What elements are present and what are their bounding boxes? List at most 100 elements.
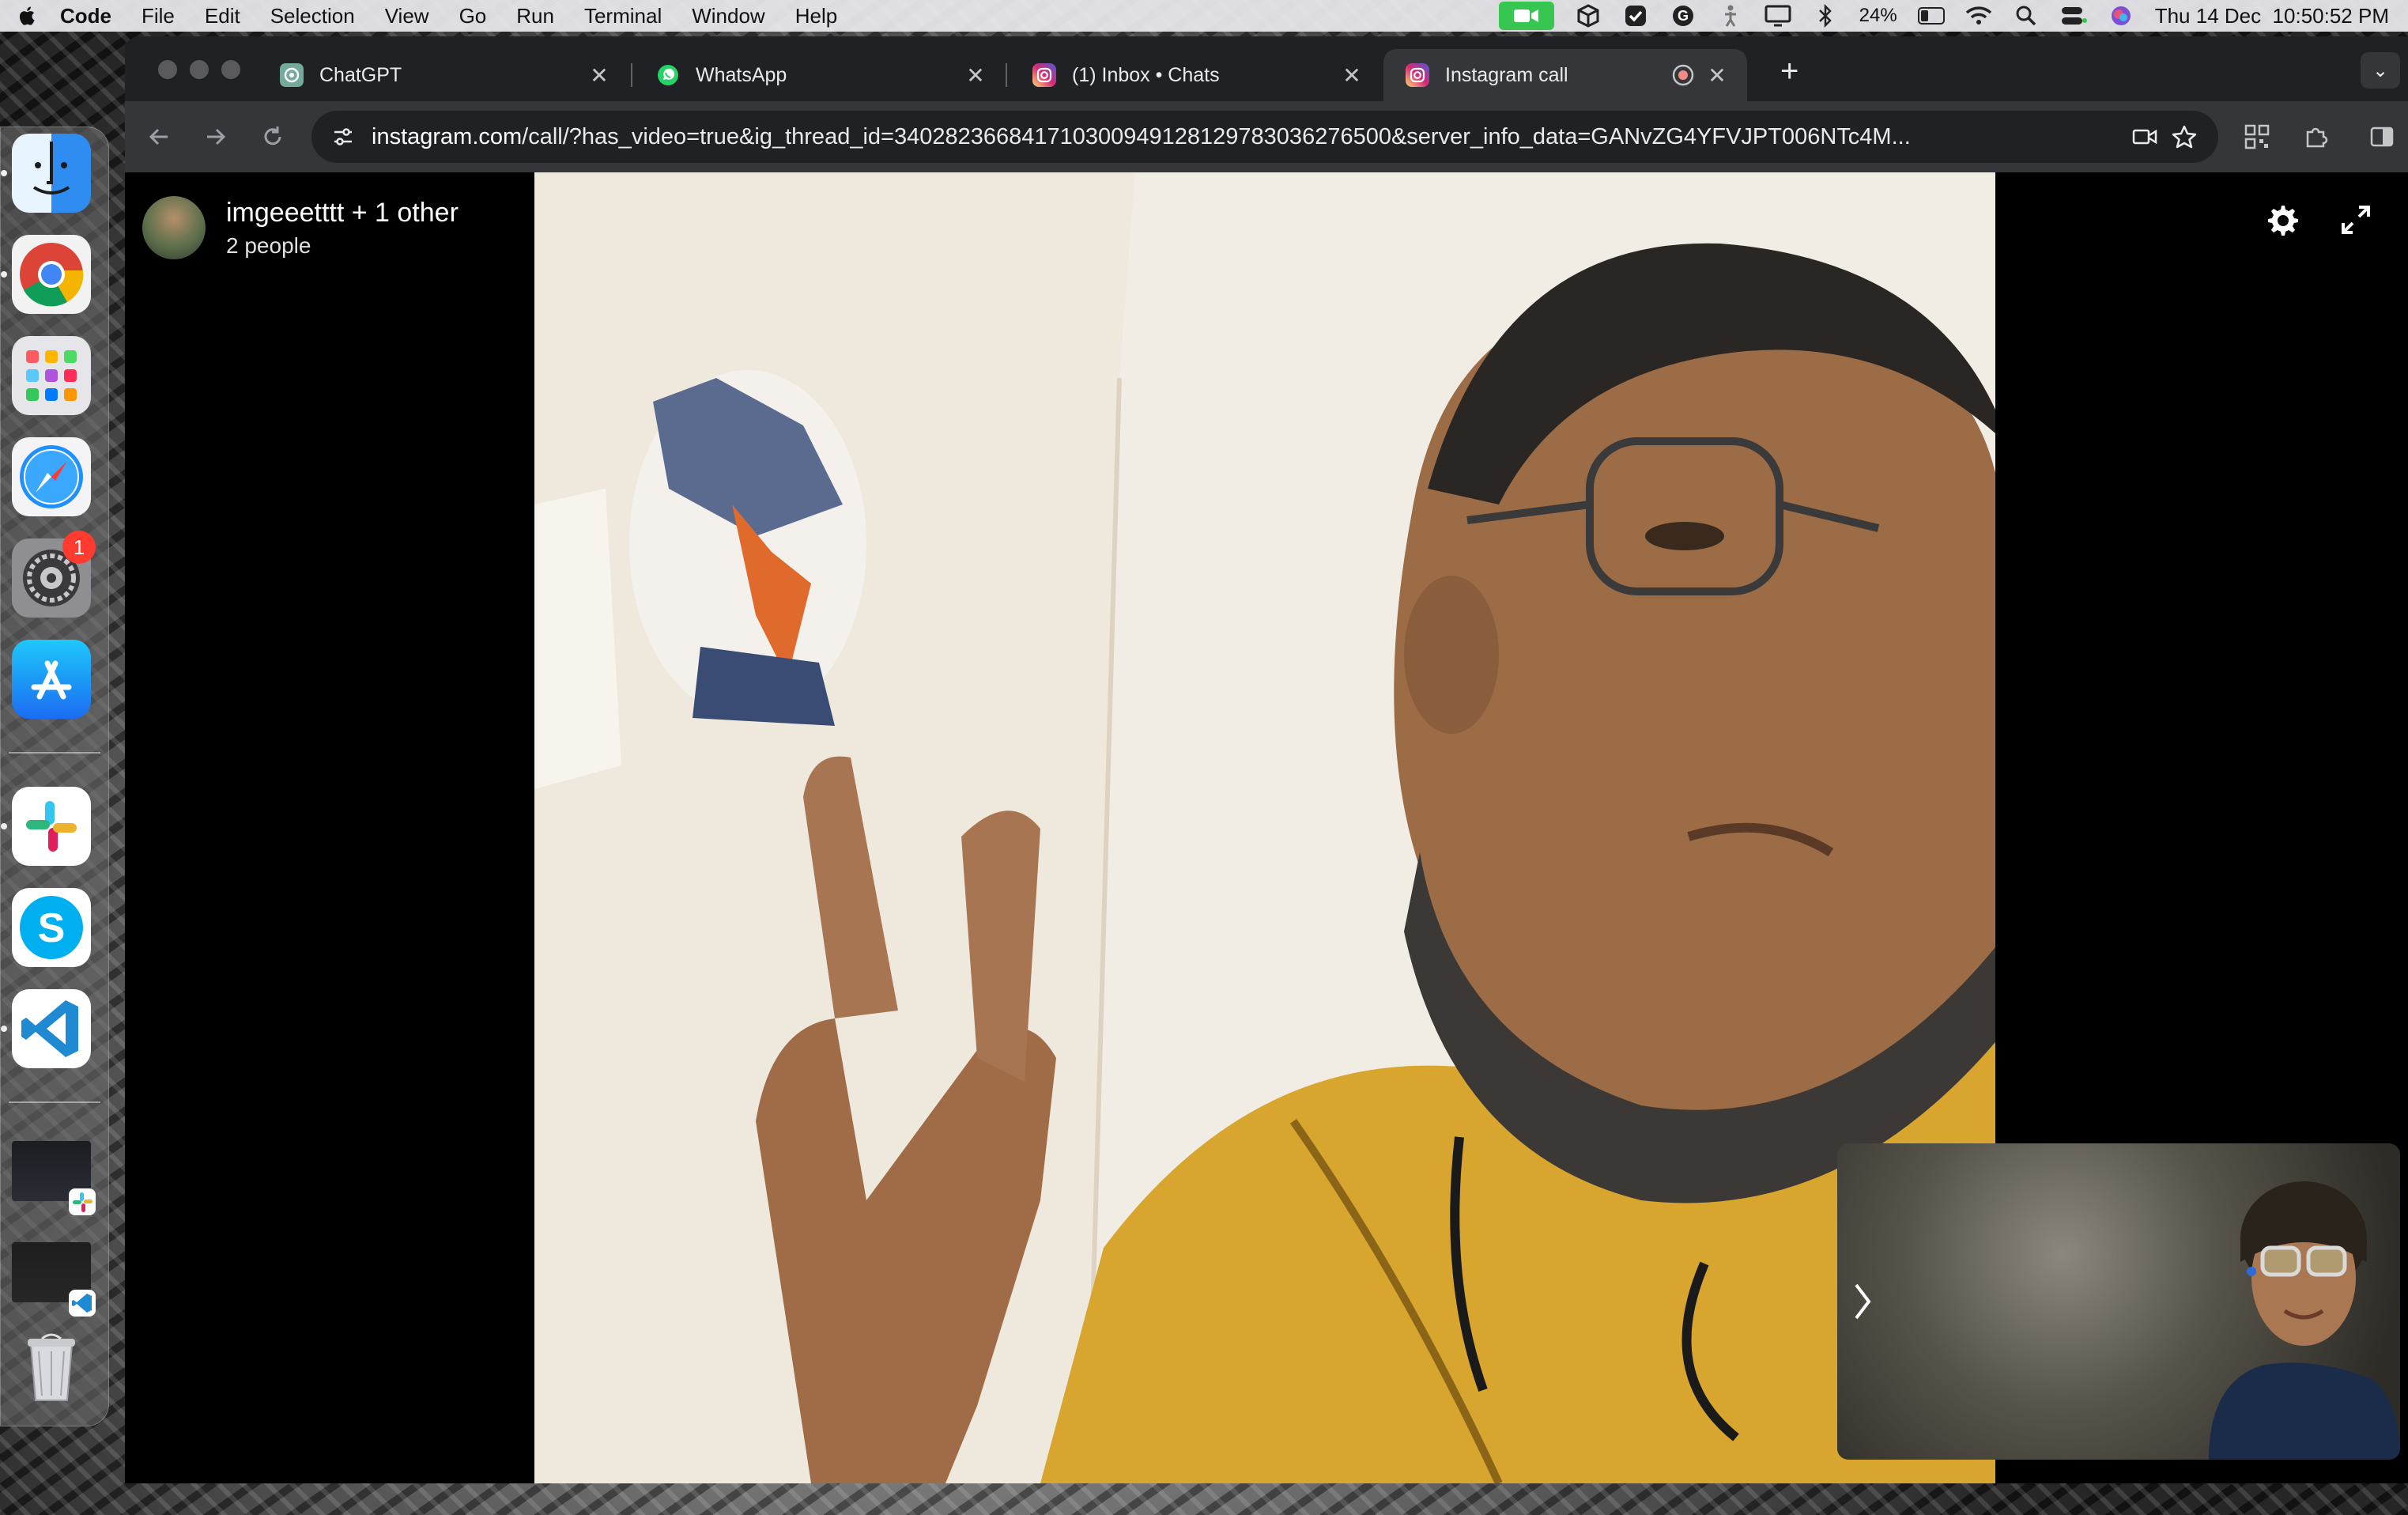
browser-window: ChatGPT ✕ WhatsApp ✕ (1) Inbox • Chats ✕… [125, 36, 2408, 1483]
svg-text:S: S [38, 905, 66, 951]
menu-go[interactable]: Go [459, 4, 487, 28]
tab-close-icon[interactable]: ✕ [1336, 62, 1368, 89]
bluetooth-icon[interactable] [1812, 4, 1839, 28]
battery-percentage: 24% [1859, 5, 1897, 26]
recording-indicator-icon [1672, 64, 1694, 86]
self-video-preview[interactable] [1837, 1143, 2400, 1460]
menu-terminal[interactable]: Terminal [584, 4, 662, 28]
menu-edit[interactable]: Edit [205, 4, 240, 28]
new-tab-button[interactable]: + [1780, 54, 1798, 89]
finder-icon[interactable] [12, 134, 91, 213]
display-icon[interactable] [1764, 5, 1791, 27]
tab-title: ChatGPT [319, 63, 402, 86]
side-panel-icon[interactable] [2362, 117, 2402, 157]
menubar-clock[interactable]: Thu 14 Dec 10:50:52 PM [2155, 4, 2389, 28]
menu-bar: Code File Edit Selection View Go Run Ter… [0, 0, 2408, 32]
tab-whatsapp[interactable]: WhatsApp ✕ [634, 49, 1006, 101]
checkmark-app-icon[interactable] [1622, 5, 1649, 27]
battery-fill [1920, 10, 1928, 21]
chrome-running-dot [1, 271, 7, 278]
tab-chatgpt[interactable]: ChatGPT ✕ [258, 49, 629, 101]
forward-button[interactable] [196, 117, 236, 157]
call-header: imgeeetttt + 1 other 2 people [142, 196, 459, 259]
chrome-icon[interactable] [12, 235, 91, 314]
svg-text:G: G [1678, 8, 1689, 24]
safari-icon[interactable] [12, 437, 91, 516]
cube-app-icon[interactable] [1575, 4, 1602, 28]
qr-code-icon[interactable] [2237, 117, 2277, 157]
wifi-icon[interactable] [1965, 5, 1992, 27]
window-minimize-button[interactable] [190, 60, 209, 79]
tab-separator [631, 63, 632, 87]
remote-video-feed [534, 172, 1995, 1483]
finder-running-dot [1, 170, 7, 176]
vscode-running-dot [1, 1026, 7, 1032]
bookmark-star-icon[interactable] [2165, 117, 2204, 157]
participant-count: 2 people [226, 232, 311, 258]
self-video-frame [2209, 1181, 2400, 1460]
skype-icon[interactable]: S [12, 888, 91, 967]
facetime-camera-icon[interactable] [1498, 2, 1554, 30]
menu-window[interactable]: Window [692, 4, 764, 28]
menu-selection[interactable]: Selection [270, 4, 355, 28]
minimized-window-thumbnail-vscode[interactable] [12, 1242, 96, 1317]
tab-strip: ChatGPT ✕ WhatsApp ✕ (1) Inbox • Chats ✕… [125, 36, 2408, 101]
tab-close-icon[interactable]: ✕ [583, 62, 615, 89]
tab-title: WhatsApp [696, 63, 787, 86]
grammarly-icon[interactable]: G [1670, 5, 1697, 27]
dock-separator [9, 752, 100, 754]
instagram-icon [1032, 63, 1056, 87]
browser-toolbar: instagram.com/call/?has_video=true&ig_th… [125, 101, 2408, 172]
fullscreen-expand-icon[interactable] [2334, 198, 2378, 242]
collapse-self-view-chevron-icon[interactable] [1847, 1276, 1878, 1327]
tab-close-icon[interactable]: ✕ [960, 62, 991, 89]
site-settings-icon[interactable] [327, 121, 359, 153]
tab-search-button[interactable]: ⌄ [2361, 52, 2400, 89]
settings-notification-badge: 1 [62, 531, 96, 564]
slack-icon[interactable] [12, 787, 91, 866]
battery-icon[interactable] [1917, 5, 1945, 27]
menu-run[interactable]: Run [516, 4, 554, 28]
chatgpt-icon [280, 63, 304, 87]
control-center-icon[interactable] [2060, 5, 2087, 27]
instagram-icon [1406, 63, 1429, 87]
dock: 1 S [0, 127, 109, 1426]
accessibility-icon[interactable] [1717, 5, 1744, 27]
tab-close-icon[interactable]: ✕ [1701, 62, 1733, 89]
extensions-puzzle-icon[interactable] [2296, 117, 2335, 157]
tab-title: (1) Inbox • Chats [1072, 63, 1220, 86]
menu-view[interactable]: View [385, 4, 429, 28]
tab-instagram-inbox[interactable]: (1) Inbox • Chats ✕ [1010, 49, 1382, 101]
tab-title: Instagram call [1445, 63, 1568, 86]
whatsapp-icon [658, 65, 678, 85]
trash-icon[interactable] [12, 1328, 91, 1407]
minimized-window-thumbnail-slack[interactable] [12, 1141, 96, 1215]
remote-video-frame [534, 172, 1995, 1483]
address-bar[interactable]: instagram.com/call/?has_video=true&ig_th… [311, 111, 2218, 163]
call-title: imgeeetttt + 1 other [226, 197, 459, 228]
menu-file[interactable]: File [142, 4, 175, 28]
siri-icon[interactable] [2108, 5, 2134, 27]
url-text[interactable]: instagram.com/call/?has_video=true&ig_th… [372, 124, 2125, 150]
menu-app-name[interactable]: Code [60, 4, 111, 28]
system-settings-icon[interactable]: 1 [12, 531, 96, 618]
window-close-button[interactable] [158, 60, 177, 79]
apple-icon[interactable] [16, 4, 40, 28]
menu-help[interactable]: Help [795, 4, 837, 28]
url-path: /call/?has_video=true&ig_thread_id=34028… [522, 123, 1911, 149]
reload-button[interactable] [253, 117, 293, 157]
slack-running-dot [1, 823, 7, 829]
window-zoom-button[interactable] [221, 60, 240, 79]
spotlight-search-icon[interactable] [2013, 5, 2040, 27]
call-settings-gear-icon[interactable] [2259, 198, 2304, 242]
tab-separator [1006, 63, 1007, 87]
caller-avatar[interactable] [142, 196, 206, 259]
back-button[interactable] [139, 117, 179, 157]
launchpad-icon[interactable] [12, 336, 91, 415]
app-store-icon[interactable] [12, 640, 91, 719]
tab-instagram-call[interactable]: Instagram call ✕ [1383, 49, 1747, 101]
instagram-call-page: imgeeetttt + 1 other 2 people [125, 172, 2408, 1483]
vscode-icon[interactable] [12, 989, 91, 1068]
dock-separator [9, 1101, 100, 1103]
camera-in-use-icon[interactable] [2125, 117, 2165, 157]
